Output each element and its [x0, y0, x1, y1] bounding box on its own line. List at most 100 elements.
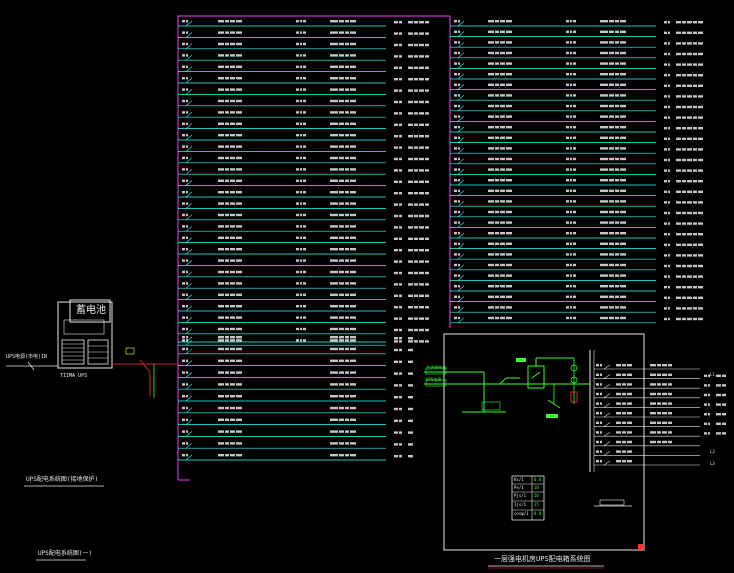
- load-name-mark: [693, 243, 697, 246]
- cable-spec-mark: [609, 306, 614, 309]
- cable-spec-mark: [662, 402, 667, 405]
- load-mark: [704, 413, 707, 416]
- breaker-spec-mark: [230, 111, 235, 114]
- load-name-mark: [698, 95, 703, 98]
- cable-spec-mark: [600, 306, 608, 309]
- breaker-spec-mark: [506, 83, 512, 86]
- load-name-mark: [414, 21, 418, 24]
- breaker-spec-mark: [488, 263, 494, 267]
- table-cell-r0c1: 0.8: [534, 477, 542, 482]
- breaker-spec-mark: [230, 359, 235, 362]
- circuit-id-mark: [458, 210, 460, 214]
- load-name-mark: [414, 214, 418, 218]
- load-name-mark: [687, 95, 692, 98]
- rating-mark: [303, 225, 306, 228]
- cable-spec-mark: [330, 383, 338, 386]
- circuit-id-mark: [454, 73, 457, 76]
- cable-spec-mark: [668, 421, 672, 424]
- cable-spec-mark: [339, 202, 344, 205]
- breaker-spec-mark: [225, 327, 229, 331]
- circuit-id-mark: [454, 200, 457, 203]
- rating-mark: [300, 305, 302, 308]
- circuit-id-mark: [454, 179, 457, 182]
- load-mark: [664, 74, 667, 77]
- rating-mark: [303, 259, 306, 262]
- cable-spec-mark: [615, 41, 619, 44]
- cable-spec-mark: [650, 440, 656, 444]
- rating-mark: [300, 202, 302, 205]
- cable-spec-mark: [609, 274, 614, 277]
- breaker-spec-mark: [218, 20, 224, 23]
- load-mark: [668, 31, 670, 34]
- load-name-mark: [425, 55, 429, 58]
- breaker-spec-mark: [627, 402, 632, 405]
- cable-spec-mark: [600, 168, 608, 171]
- load-name-mark: [419, 260, 424, 263]
- breaker-spec-mark: [225, 454, 229, 457]
- cable-spec-mark: [620, 221, 626, 224]
- cable-spec-mark: [615, 285, 619, 288]
- rating-mark: [573, 30, 576, 33]
- cable-spec-mark: [330, 316, 338, 319]
- cable-spec-mark: [330, 20, 338, 23]
- load-name-mark: [698, 52, 703, 56]
- breaker-spec-mark: [230, 134, 235, 137]
- rating-mark: [566, 253, 569, 256]
- cable-spec-mark: [339, 99, 344, 103]
- circuit-id-mark: [182, 122, 185, 125]
- breaker-spec-mark: [236, 134, 242, 137]
- cable-spec-mark: [609, 253, 614, 256]
- breaker-spec-mark: [225, 65, 229, 68]
- circuit-id-mark: [182, 31, 185, 34]
- load-name-mark: [425, 192, 429, 195]
- breaker-spec-mark: [225, 347, 229, 351]
- breaker-spec-mark: [616, 440, 621, 444]
- load-name-mark: [419, 123, 424, 126]
- load-name-mark: [687, 84, 692, 87]
- load-mark: [664, 137, 667, 140]
- breaker-spec-mark: [500, 41, 505, 44]
- load-mark: [394, 249, 398, 252]
- load-mark: [399, 294, 402, 297]
- load-name-mark: [722, 403, 726, 406]
- cable-spec-mark: [350, 371, 356, 374]
- breaker-symbol: [603, 364, 611, 370]
- cable-spec-mark: [350, 122, 356, 125]
- load-name-mark: [419, 100, 424, 104]
- load-name-mark: [693, 264, 697, 268]
- cable-spec-mark: [620, 62, 626, 65]
- cable-spec-mark: [350, 168, 356, 171]
- circuit-id-mark: [458, 157, 460, 161]
- cable-spec-mark: [600, 136, 608, 139]
- breaker-spec-mark: [495, 62, 499, 65]
- load-name-mark: [676, 222, 681, 225]
- cable-spec-mark: [339, 316, 344, 319]
- breaker-spec-mark: [236, 383, 242, 386]
- breaker-spec-mark: [236, 339, 242, 342]
- rating-mark: [566, 83, 569, 86]
- circuit-id-mark: [600, 364, 602, 367]
- cable-spec-mark: [345, 316, 349, 319]
- circuit-id-mark: [186, 359, 188, 362]
- breaker-spec-mark: [506, 104, 512, 108]
- cable-spec-mark: [620, 83, 626, 86]
- load-mark: [664, 264, 667, 268]
- rating-mark: [570, 285, 572, 288]
- load-name-mark: [425, 271, 429, 275]
- circuit-id-mark: [186, 225, 188, 228]
- load-name-mark: [676, 180, 681, 183]
- cable-spec-mark: [350, 54, 356, 57]
- circuit-id-mark: [182, 406, 185, 410]
- load-name-mark: [698, 127, 703, 130]
- cable-spec-mark: [350, 156, 356, 160]
- breaker-spec-mark: [616, 373, 621, 376]
- breaker-spec-mark: [230, 145, 235, 148]
- circuit-id-mark: [454, 168, 457, 171]
- load-mark: [394, 43, 398, 47]
- load-mark: [664, 127, 667, 130]
- load-name-mark: [687, 254, 692, 257]
- load-name-mark: [693, 233, 697, 236]
- cable-spec-mark: [345, 225, 349, 228]
- rating-mark: [300, 156, 302, 160]
- breaker-spec-mark: [627, 431, 632, 434]
